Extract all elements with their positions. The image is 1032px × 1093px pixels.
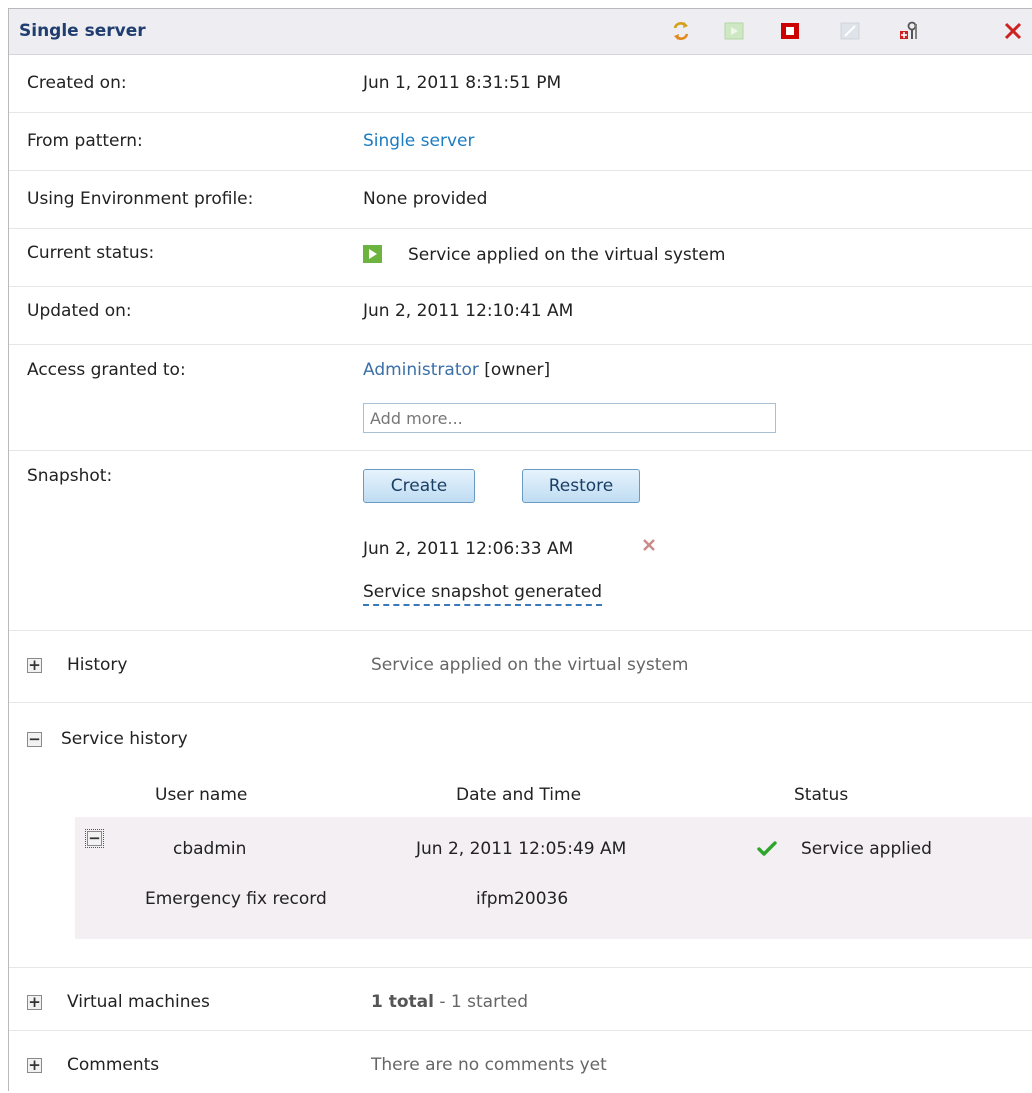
delete-snapshot-icon[interactable] bbox=[642, 537, 656, 551]
access-owner: Administrator [owner] bbox=[363, 360, 550, 380]
status-value: Service applied on the virtual system bbox=[408, 245, 726, 265]
virtual-machines-label[interactable]: Virtual machines bbox=[67, 992, 210, 1012]
maintenance-icon[interactable] bbox=[899, 21, 919, 41]
status-row: Current status: Service applied on the v… bbox=[9, 229, 1032, 287]
access-user-link[interactable]: Administrator bbox=[363, 360, 479, 380]
from-pattern-row: From pattern: Single server bbox=[9, 113, 1032, 171]
add-access-input[interactable] bbox=[363, 403, 776, 433]
created-on-label: Created on: bbox=[27, 73, 127, 93]
env-profile-value: None provided bbox=[363, 189, 488, 209]
virtual-machines-summary: 1 total - 1 started bbox=[371, 992, 528, 1012]
access-row: Access granted to: Administrator [owner] bbox=[9, 345, 1032, 451]
updated-on-label: Updated on: bbox=[27, 301, 132, 321]
column-header-user: User name bbox=[155, 785, 248, 805]
history-label[interactable]: History bbox=[67, 655, 127, 675]
restore-snapshot-button[interactable]: Restore bbox=[522, 469, 640, 503]
panel-header: Single server bbox=[9, 9, 1032, 55]
row-status: Service applied bbox=[801, 839, 932, 859]
row-detail-value: ifpm20036 bbox=[476, 889, 569, 909]
history-expand-icon[interactable]: + bbox=[27, 656, 42, 674]
panel-title: Single server bbox=[19, 21, 146, 41]
create-snapshot-button[interactable]: Create bbox=[363, 469, 475, 503]
row-datetime: Jun 2, 2011 12:05:49 AM bbox=[416, 839, 627, 859]
pattern-link[interactable]: Single server bbox=[363, 131, 474, 151]
row-collapse-icon[interactable]: − bbox=[85, 829, 104, 848]
comments-label[interactable]: Comments bbox=[67, 1055, 159, 1075]
edit-icon[interactable] bbox=[840, 21, 860, 41]
env-profile-row: Using Environment profile: None provided bbox=[9, 171, 1032, 229]
snapshot-date: Jun 2, 2011 12:06:33 AM bbox=[363, 539, 574, 559]
snapshot-label: Snapshot: bbox=[27, 466, 113, 486]
updated-on-value: Jun 2, 2011 12:10:41 AM bbox=[363, 301, 574, 321]
column-header-status: Status bbox=[794, 785, 849, 805]
service-history-label[interactable]: Service history bbox=[61, 729, 188, 749]
snapshot-row: Snapshot: Create Restore Jun 2, 2011 12:… bbox=[9, 451, 1032, 631]
env-profile-label: Using Environment profile: bbox=[27, 189, 254, 209]
comments-section: + Comments There are no comments yet bbox=[9, 1031, 1032, 1093]
comments-summary: There are no comments yet bbox=[371, 1055, 607, 1075]
access-role: [owner] bbox=[484, 360, 551, 380]
delete-icon[interactable] bbox=[1003, 21, 1023, 41]
created-on-value: Jun 1, 2011 8:31:51 PM bbox=[363, 73, 562, 93]
refresh-icon[interactable] bbox=[671, 21, 691, 41]
success-check-icon bbox=[757, 839, 777, 859]
service-history-collapse-icon[interactable]: − bbox=[27, 730, 42, 748]
created-on-row: Created on: Jun 1, 2011 8:31:51 PM bbox=[9, 55, 1032, 113]
virtual-system-panel: Single server Created on: Jun 1, 2011 8:… bbox=[8, 8, 1032, 1091]
comments-expand-icon[interactable]: + bbox=[27, 1056, 42, 1074]
history-section: + History Service applied on the virtual… bbox=[9, 631, 1032, 703]
virtual-machines-expand-icon[interactable]: + bbox=[27, 993, 42, 1011]
stop-icon[interactable] bbox=[780, 21, 800, 41]
virtual-machines-total: 1 total bbox=[371, 992, 434, 1012]
row-user: cbadmin bbox=[173, 839, 247, 859]
snapshot-description[interactable]: Service snapshot generated bbox=[363, 582, 602, 606]
virtual-machines-started: - 1 started bbox=[433, 992, 528, 1012]
from-pattern-label: From pattern: bbox=[27, 131, 143, 151]
updated-on-row: Updated on: Jun 2, 2011 12:10:41 AM bbox=[9, 287, 1032, 345]
virtual-machines-section: + Virtual machines 1 total - 1 started bbox=[9, 968, 1032, 1031]
row-detail-label: Emergency fix record bbox=[145, 889, 327, 909]
access-label: Access granted to: bbox=[27, 360, 186, 380]
history-summary: Service applied on the virtual system bbox=[371, 655, 689, 675]
service-history-row: − cbadmin Jun 2, 2011 12:05:49 AM Servic… bbox=[75, 817, 1032, 939]
column-header-datetime: Date and Time bbox=[456, 785, 582, 805]
status-label: Current status: bbox=[27, 243, 155, 263]
start-icon[interactable] bbox=[724, 21, 744, 41]
started-status-icon bbox=[363, 244, 383, 269]
